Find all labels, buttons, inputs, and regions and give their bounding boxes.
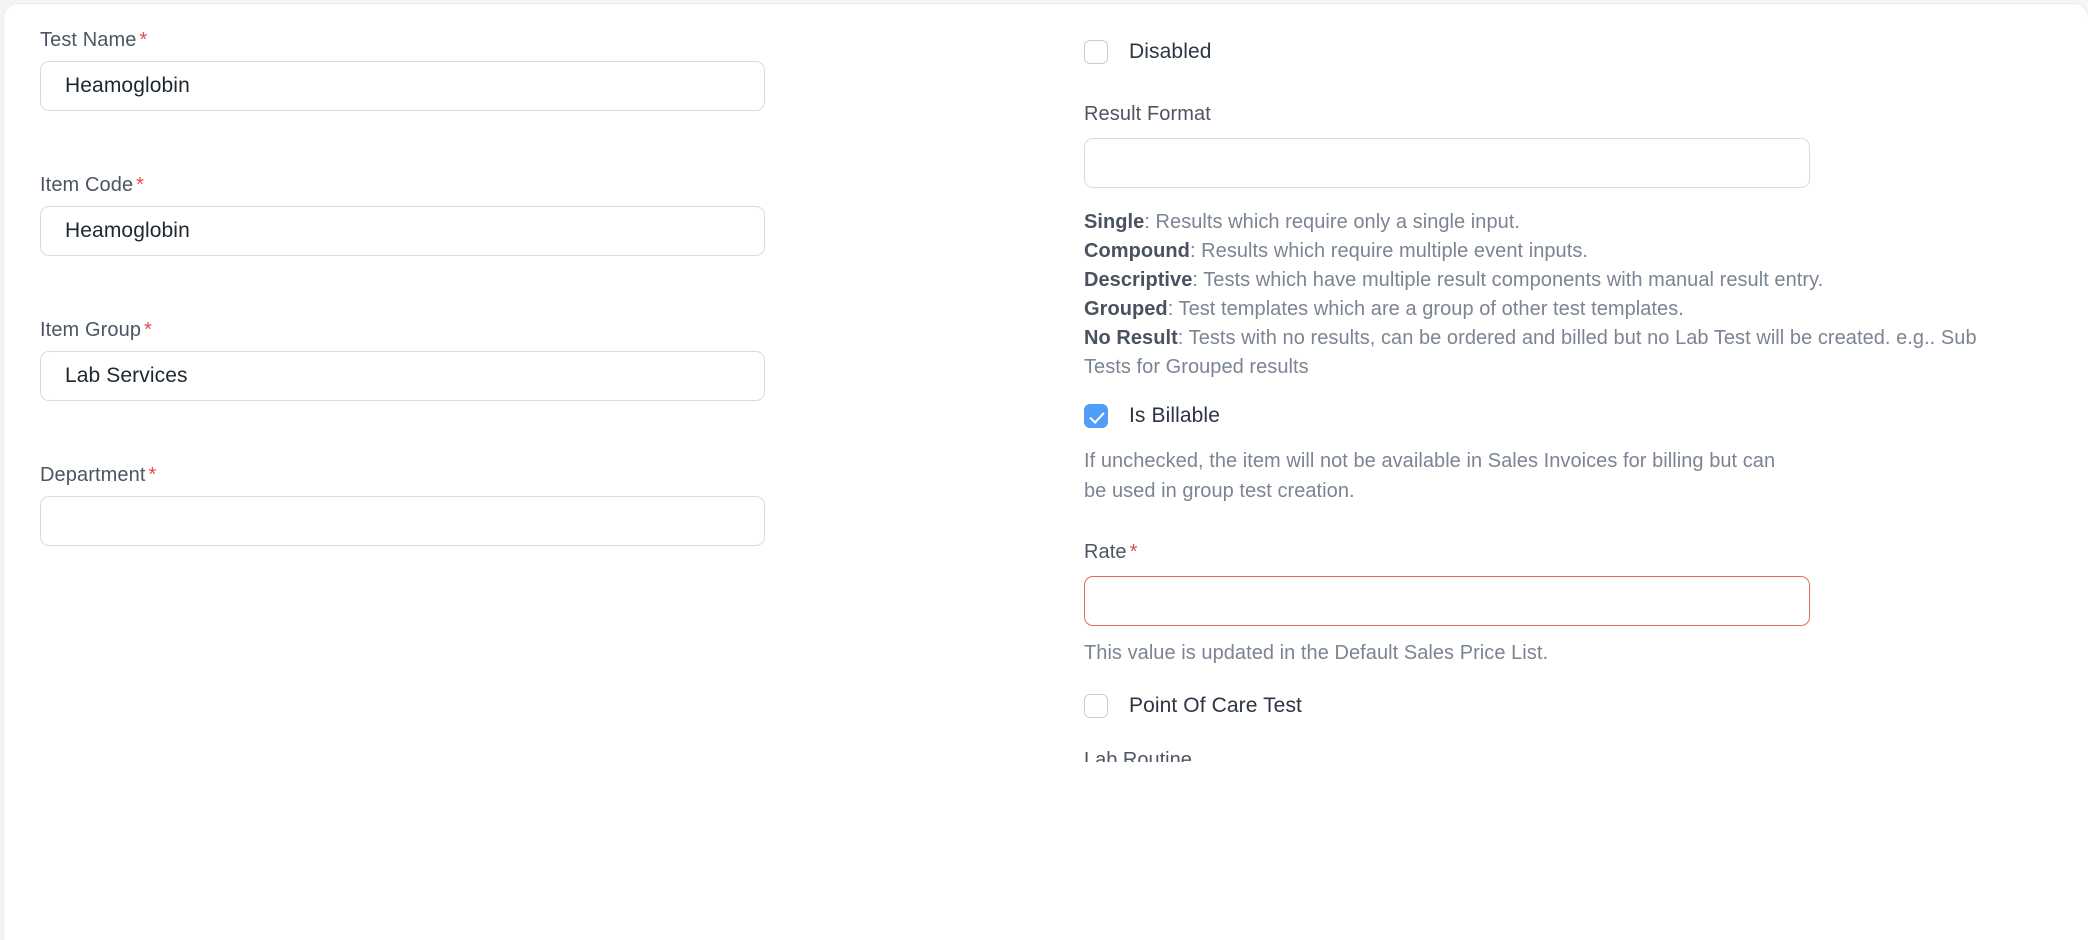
- field-rate: Rate *: [1084, 540, 2028, 626]
- form-card: Test Name * Heamoglobin Item Code * Heamog…: [4, 4, 2088, 940]
- rate-label: Rate *: [1084, 541, 1138, 563]
- right-spacer-4: [1084, 428, 2028, 446]
- description-grouped: Grouped: Test templates which are a grou…: [1084, 295, 2028, 324]
- description-single: Single: Results which require only a sin…: [1084, 208, 2028, 237]
- test-name-input[interactable]: Heamoglobin: [40, 61, 765, 111]
- desc-term-grouped: Grouped: [1084, 298, 1168, 320]
- right-column: Disabled Result Format Single: Results w…: [1040, 4, 2088, 940]
- desc-text-grouped: : Test templates which are a group of ot…: [1167, 298, 1684, 320]
- item-group-input[interactable]: Lab Services: [40, 351, 765, 401]
- disabled-checkbox-label: Disabled: [1129, 40, 1212, 63]
- description-descriptive: Descriptive: Tests which have multiple r…: [1084, 266, 2028, 295]
- result-format-label: Result Format: [1084, 103, 1211, 125]
- description-compound: Compound: Results which require multiple…: [1084, 237, 2028, 266]
- left-column: Test Name * Heamoglobin Item Code * Heamog…: [4, 4, 1040, 940]
- left-gap-3: [40, 401, 1040, 463]
- required-asterisk: *: [148, 464, 157, 486]
- right-spacer-3: [1084, 382, 2028, 404]
- checkbox-unchecked-icon[interactable]: [1084, 694, 1108, 718]
- point-of-care-test-checkbox-row[interactable]: Point Of Care Test: [1084, 694, 2028, 718]
- item-code-label: Item Code *: [40, 174, 145, 196]
- desc-text-single: : Results which require only a single in…: [1144, 211, 1521, 233]
- checkbox-checked-icon[interactable]: [1084, 404, 1108, 428]
- is-billable-checkbox-row[interactable]: Is Billable: [1084, 404, 2028, 428]
- right-spacer-1: [1084, 64, 2028, 102]
- is-billable-label: Is Billable: [1129, 404, 1220, 427]
- required-asterisk: *: [1129, 541, 1138, 563]
- desc-term-compound: Compound: [1084, 240, 1190, 262]
- result-format-descriptions: Single: Results which require only a sin…: [1084, 208, 2028, 382]
- desc-term-descriptive: Descriptive: [1084, 269, 1193, 291]
- desc-text-compound: : Results which require multiple event i…: [1189, 240, 1588, 262]
- desc-text-descriptive: : Tests which have multiple result compo…: [1192, 269, 1824, 291]
- result-format-select[interactable]: [1084, 138, 1810, 188]
- clipped-next-field-label: Lab Routine: [1084, 749, 1192, 762]
- is-billable-helper-text: If unchecked, the item will not be avail…: [1084, 450, 1776, 502]
- point-of-care-test-label: Point Of Care Test: [1129, 694, 1302, 717]
- form-columns: Test Name * Heamoglobin Item Code * Heamog…: [4, 4, 2088, 940]
- right-spacer-6: [1084, 626, 2028, 638]
- left-gap-2: [40, 256, 1040, 318]
- field-item-code: Item Code * Heamoglobin: [40, 173, 1040, 256]
- right-spacer-7: [1084, 668, 2028, 694]
- desc-term-no-result: No Result: [1084, 327, 1178, 349]
- rate-input[interactable]: [1084, 576, 1810, 626]
- left-gap-1: [40, 111, 1040, 173]
- field-department: Department *: [40, 463, 1040, 546]
- right-spacer-top: [1084, 28, 2028, 40]
- desc-text-no-result: : Tests with no results, can be ordered …: [1084, 327, 1977, 378]
- department-label: Department *: [40, 464, 157, 486]
- checkbox-unchecked-icon[interactable]: [1084, 40, 1108, 64]
- department-input[interactable]: [40, 496, 765, 546]
- item-group-label: Item Group *: [40, 319, 152, 341]
- field-test-name: Test Name * Heamoglobin: [40, 28, 1040, 111]
- field-result-format: Result Format: [1084, 102, 2028, 188]
- disabled-checkbox-row[interactable]: Disabled: [1084, 40, 2028, 64]
- item-code-input[interactable]: Heamoglobin: [40, 206, 765, 256]
- right-spacer-8: [1084, 718, 2028, 748]
- right-spacer-5: [1084, 506, 2028, 540]
- required-asterisk: *: [136, 174, 145, 196]
- desc-term-single: Single: [1084, 211, 1145, 233]
- lab-test-template-form: Test Name * Heamoglobin Item Code * Heamog…: [0, 0, 2088, 940]
- field-item-group: Item Group * Lab Services: [40, 318, 1040, 401]
- rate-helper-text: This value is updated in the Default Sal…: [1084, 642, 1549, 664]
- description-no-result: No Result: Tests with no results, can be…: [1084, 324, 2028, 382]
- required-asterisk: *: [139, 29, 148, 51]
- required-asterisk: *: [144, 319, 152, 341]
- test-name-label: Test Name *: [40, 29, 148, 51]
- right-spacer-2: [1084, 188, 2028, 208]
